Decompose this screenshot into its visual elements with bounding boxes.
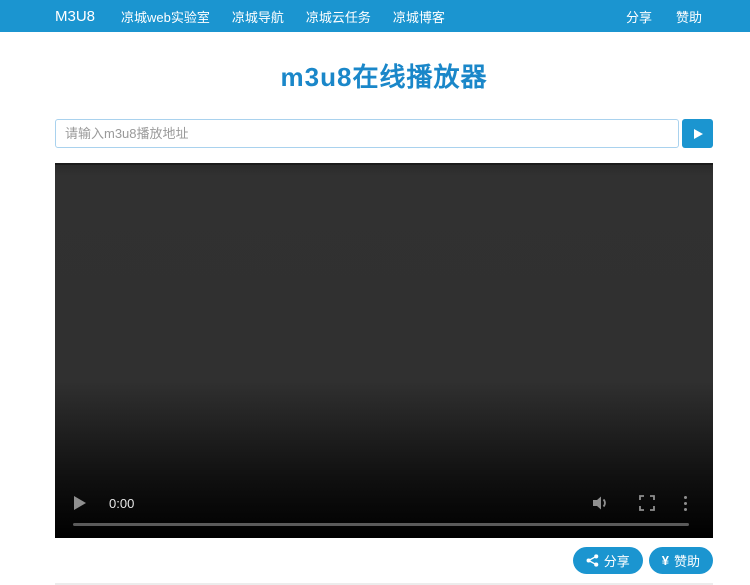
action-buttons: 分享 ¥ 赞助 — [55, 547, 713, 574]
nav-item-share[interactable]: 分享 — [626, 7, 652, 26]
yen-icon: ¥ — [661, 553, 669, 568]
nav-links: 凉城web实验室 凉城导航 凉城云任务 凉城博客 — [121, 7, 467, 26]
m3u8-url-input[interactable] — [55, 119, 679, 148]
main-container: m3u8在线播放器 0:00 — [55, 57, 713, 574]
player-controls: 0:00 — [73, 494, 687, 512]
share-icon — [586, 554, 599, 567]
sponsor-button-label: 赞助 — [673, 554, 700, 569]
nav-item-navigation[interactable]: 凉城导航 — [232, 7, 284, 26]
brand-logo[interactable]: M3U8 — [55, 8, 95, 25]
volume-icon[interactable] — [592, 495, 610, 511]
share-button-label: 分享 — [603, 554, 630, 569]
overflow-menu-icon[interactable] — [684, 494, 687, 512]
share-button[interactable]: 分享 — [572, 547, 643, 574]
url-input-row — [55, 119, 713, 148]
video-player[interactable]: 0:00 — [55, 163, 713, 538]
seek-bar[interactable] — [73, 523, 689, 526]
current-time: 0:00 — [109, 495, 135, 511]
page-title: m3u8在线播放器 — [280, 62, 488, 92]
play-button-icon[interactable] — [73, 495, 87, 511]
fullscreen-icon[interactable] — [639, 495, 655, 511]
nav-item-blog[interactable]: 凉城博客 — [393, 7, 445, 26]
play-arrow-icon — [692, 128, 704, 140]
load-url-button[interactable] — [682, 119, 713, 148]
sponsor-button[interactable]: ¥ 赞助 — [648, 547, 713, 574]
nav-item-cloud-tasks[interactable]: 凉城云任务 — [306, 7, 371, 26]
nav-item-sponsor[interactable]: 赞助 — [676, 7, 702, 26]
nav-item-web-lab[interactable]: 凉城web实验室 — [121, 7, 210, 26]
top-navbar: M3U8 凉城web实验室 凉城导航 凉城云任务 凉城博客 分享 赞助 — [0, 0, 750, 32]
player-right-controls — [563, 494, 687, 512]
